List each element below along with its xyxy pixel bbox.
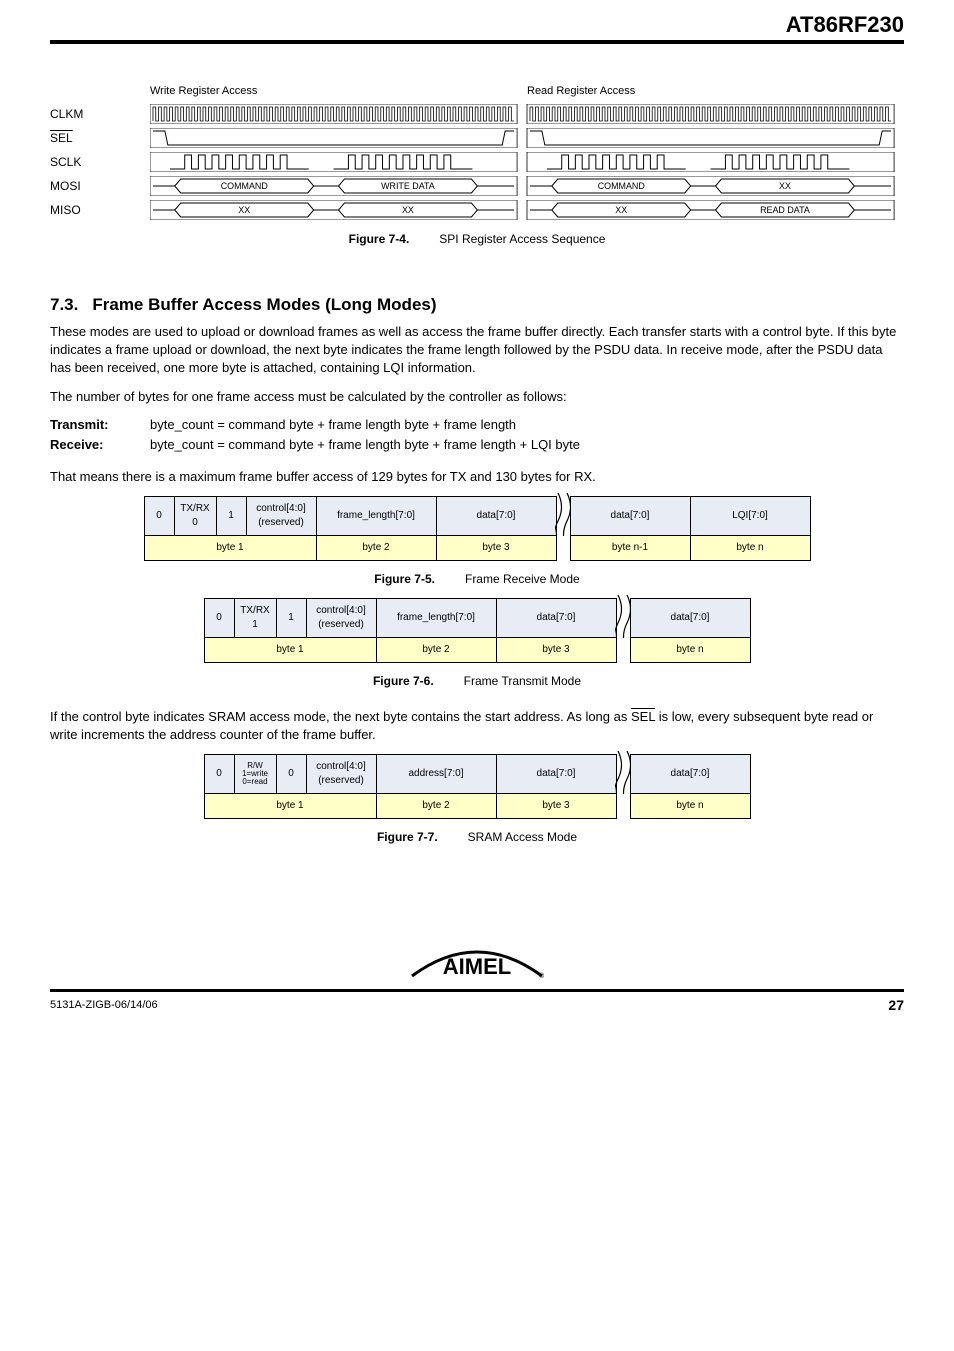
signal-clkm: CLKM bbox=[50, 106, 150, 123]
atmel-logo: AIMEL ® bbox=[407, 946, 547, 980]
svg-text:AIMEL: AIMEL bbox=[443, 954, 511, 979]
svg-text:COMMAND: COMMAND bbox=[221, 181, 269, 191]
para-bytecount: The number of bytes for one frame access… bbox=[50, 388, 904, 406]
figure-7-5-caption: Figure 7-5.Frame Receive Mode bbox=[50, 571, 904, 588]
signal-mosi: MOSI bbox=[50, 178, 150, 195]
write-access-header: Write Register Access bbox=[150, 84, 527, 99]
svg-text:XX: XX bbox=[779, 181, 791, 191]
timing-diagram: Write Register Access Read Register Acce… bbox=[50, 84, 904, 221]
figure-7-6-caption: Figure 7-6.Frame Transmit Mode bbox=[50, 673, 904, 690]
svg-text:WRITE DATA: WRITE DATA bbox=[381, 181, 435, 191]
doc-id: 5131A-ZIGB-06/14/06 bbox=[50, 998, 158, 1013]
para-max: That means there is a maximum frame buff… bbox=[50, 468, 904, 486]
figure-7-6-table: 0 TX/RX 1 1 control[4:0] (reserved) fram… bbox=[204, 598, 751, 663]
svg-text:XX: XX bbox=[402, 205, 414, 215]
mosi-waveform: COMMAND WRITE DATA COMMAND XX bbox=[150, 176, 904, 196]
read-access-header: Read Register Access bbox=[527, 84, 904, 99]
doc-title: AT86RF230 bbox=[786, 10, 904, 41]
svg-text:XX: XX bbox=[615, 205, 627, 215]
para-sram: If the control byte indicates SRAM acces… bbox=[50, 708, 904, 744]
signal-miso: MISO bbox=[50, 202, 150, 219]
miso-waveform: XX XX XX READ DATA bbox=[150, 200, 904, 220]
figure-7-7-caption: Figure 7-7.SRAM Access Mode bbox=[50, 829, 904, 846]
page-number: 27 bbox=[888, 996, 904, 1016]
section-7-3-heading: 7.3.Frame Buffer Access Modes (Long Mode… bbox=[50, 293, 904, 317]
figure-7-7-table: 0 R/W 1=write 0=read 0 control[4:0] (res… bbox=[204, 754, 751, 819]
figure-7-5-table: 0 TX/RX 0 1 control[4:0] (reserved) fram… bbox=[144, 496, 811, 561]
svg-text:XX: XX bbox=[238, 205, 250, 215]
figure-7-4-caption: Figure 7-4.SPI Register Access Sequence bbox=[50, 231, 904, 248]
svg-text:COMMAND: COMMAND bbox=[598, 181, 646, 191]
svg-text:®: ® bbox=[539, 972, 545, 980]
signal-sel: SEL bbox=[50, 130, 150, 147]
para-intro: These modes are used to upload or downlo… bbox=[50, 323, 904, 378]
svg-text:READ DATA: READ DATA bbox=[760, 205, 810, 215]
signal-sclk: SCLK bbox=[50, 154, 150, 171]
receive-formula: Receive: byte_count = command byte + fra… bbox=[50, 436, 904, 454]
transmit-formula: Transmit: byte_count = command byte + fr… bbox=[50, 416, 904, 434]
